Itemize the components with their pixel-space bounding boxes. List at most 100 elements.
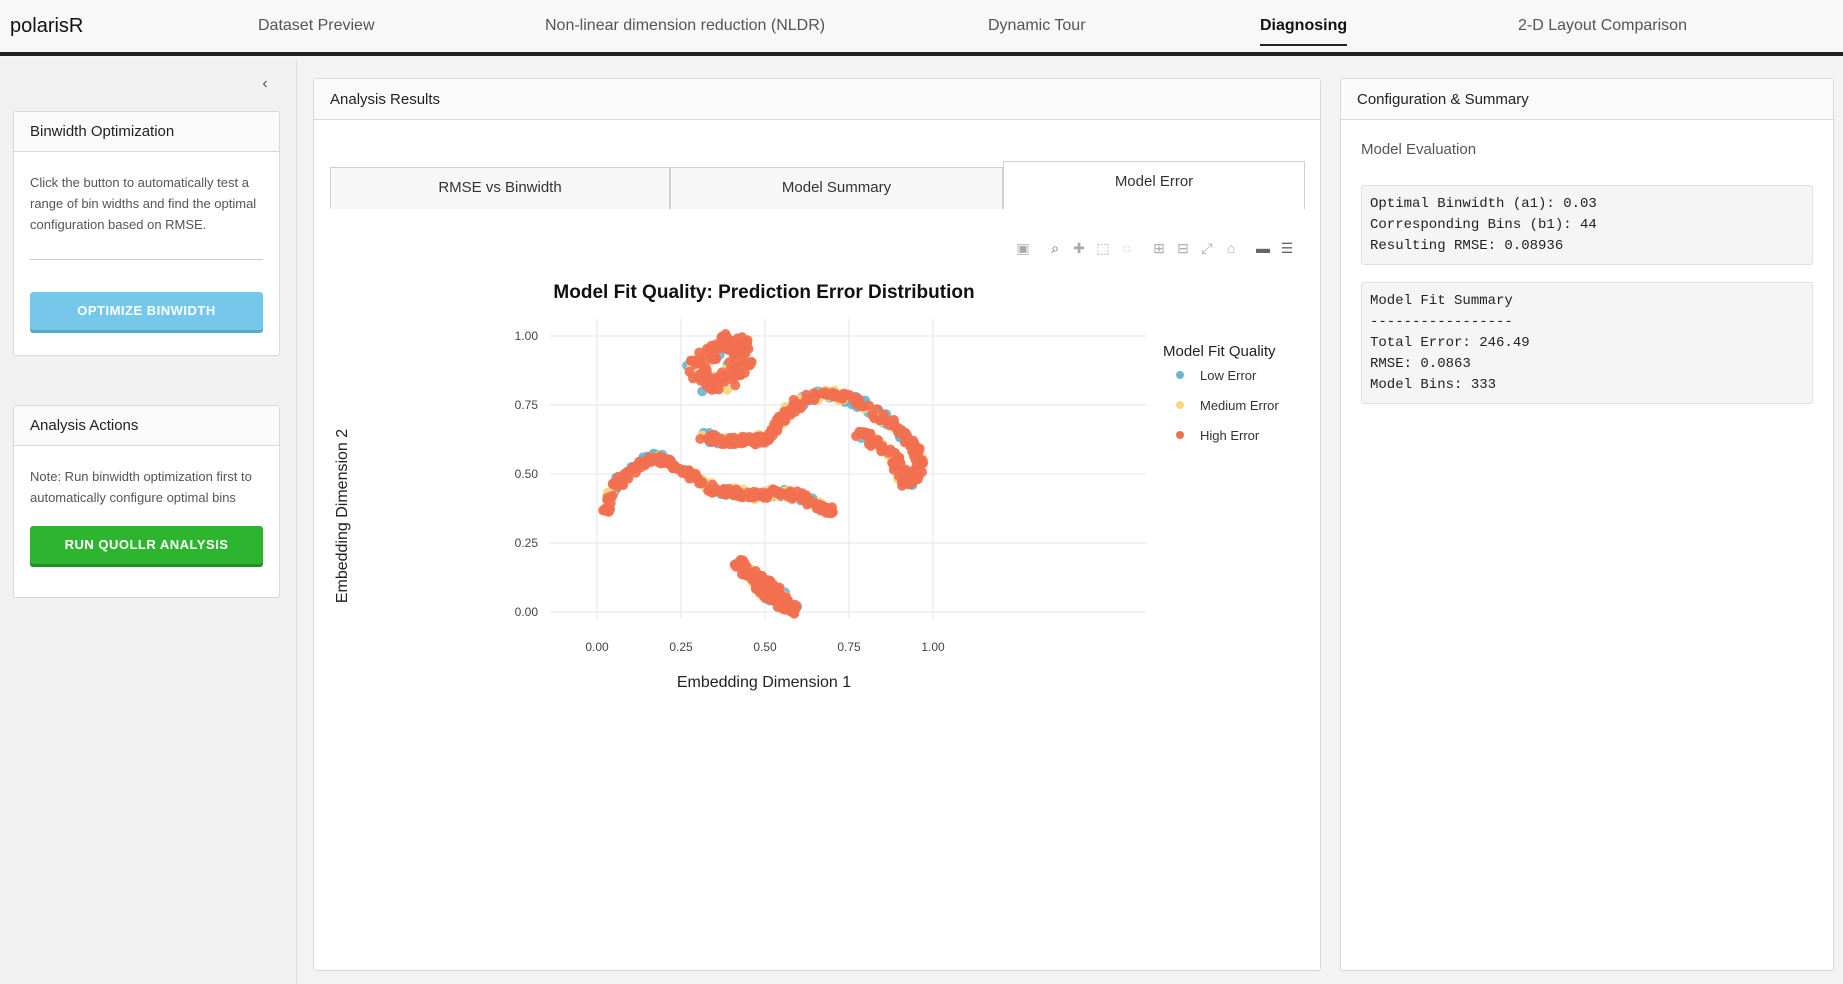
spike-lines-icon[interactable]: ▬ <box>1254 239 1272 257</box>
point-high-error <box>748 492 759 503</box>
y-tick-label: 1.00 <box>515 329 539 343</box>
point-high-error <box>602 504 613 515</box>
point-high-error <box>823 507 834 518</box>
legend-label-low: Low Error <box>1200 368 1257 383</box>
legend-item-low-error[interactable]: Low Error <box>1176 368 1257 383</box>
analysis-note: Note: Run binwidth optimization first to… <box>30 469 252 505</box>
point-high-error <box>852 395 863 406</box>
zoom-out-icon[interactable]: ⊟ <box>1174 239 1192 257</box>
legend-label-medium: Medium Error <box>1200 398 1279 413</box>
tab-model-error[interactable]: Model Error <box>1003 161 1305 209</box>
plot-modebar: ▣ ⌕ ✚ ⬚ ◌ ⊞ ⊟ ⤢ ⌂ ▬ ☰ <box>1014 239 1296 257</box>
legend-marker-high <box>1176 431 1184 439</box>
camera-icon[interactable]: ▣ <box>1014 239 1032 257</box>
x-axis-label: Embedding Dimension 1 <box>677 674 851 691</box>
binwidth-card: Binwidth Optimization Click the button t… <box>13 111 280 356</box>
point-high-error <box>741 569 752 580</box>
x-tick-label: 0.25 <box>669 640 693 654</box>
collapse-sidebar-icon[interactable]: ‹ <box>256 75 274 93</box>
pan-icon[interactable]: ✚ <box>1070 239 1088 257</box>
point-high-error <box>732 487 743 498</box>
binwidth-card-title: Binwidth Optimization <box>14 112 279 152</box>
point-high-error <box>744 360 755 371</box>
zoom-in-icon[interactable]: ⊞ <box>1150 239 1168 257</box>
point-high-error <box>721 331 732 342</box>
plot-area: ▣ ⌕ ✚ ⬚ ◌ ⊞ ⊟ ⤢ ⌂ ▬ ☰ Model Fit Quality:… <box>314 229 1324 749</box>
nav-layout-comparison[interactable]: 2-D Layout Comparison <box>1518 17 1687 35</box>
point-high-error <box>634 456 644 467</box>
point-high-error <box>874 415 885 426</box>
point-high-error <box>775 490 786 501</box>
point-high-error <box>916 458 927 469</box>
point-high-error <box>719 370 730 381</box>
point-high-error <box>699 375 710 386</box>
x-tick-label: 0.75 <box>837 640 861 654</box>
point-high-error <box>767 590 778 601</box>
autoscale-icon[interactable]: ⤢ <box>1198 239 1216 257</box>
tab-rmse-vs-binwidth[interactable]: RMSE vs Binwidth <box>330 167 670 209</box>
nav-nldr[interactable]: Non-linear dimension reduction (NLDR) <box>545 17 825 35</box>
chart-title: Model Fit Quality: Prediction Error Dist… <box>553 282 974 303</box>
point-high-error <box>708 354 719 365</box>
point-high-error <box>834 392 845 403</box>
lasso-icon[interactable]: ◌ <box>1118 239 1136 257</box>
point-high-error <box>735 434 746 445</box>
point-high-error <box>618 470 629 481</box>
point-high-error <box>602 492 613 503</box>
point-high-error <box>904 435 915 446</box>
scatter-chart: Model Fit Quality: Prediction Error Dist… <box>334 282 1279 691</box>
sidebar: ‹ Binwidth Optimization Click the button… <box>0 60 297 984</box>
run-quollr-analysis-button[interactable]: RUN QUOLLR ANALYSIS <box>30 526 263 564</box>
x-tick-label: 0.50 <box>753 640 777 654</box>
point-high-error <box>747 437 758 448</box>
point-high-error <box>876 446 887 457</box>
binwidth-description: Click the button to automatically test a… <box>30 175 257 232</box>
point-high-error <box>786 600 797 611</box>
y-tick-label: 0.25 <box>515 536 539 550</box>
optimize-binwidth-button[interactable]: OPTIMIZE BINWIDTH <box>30 292 263 330</box>
point-high-error <box>694 347 705 358</box>
point-high-error <box>756 437 767 448</box>
point-high-error <box>804 498 815 508</box>
analysis-actions-card: Analysis Actions Note: Run binwidth opti… <box>13 405 280 598</box>
point-high-error <box>740 348 751 359</box>
tab-model-summary[interactable]: Model Summary <box>670 167 1003 209</box>
y-tick-label: 0.75 <box>515 398 539 412</box>
zoom-icon[interactable]: ⌕ <box>1046 239 1064 257</box>
legend-marker-medium <box>1176 401 1184 409</box>
nav-dynamic-tour[interactable]: Dynamic Tour <box>988 17 1086 35</box>
y-tick-label: 0.50 <box>515 467 539 481</box>
nav-dataset-preview[interactable]: Dataset Preview <box>258 17 375 35</box>
x-tick-label: 1.00 <box>921 640 945 654</box>
nav-diagnosing[interactable]: Diagnosing <box>1260 17 1348 46</box>
x-tick-label: 0.00 <box>585 640 609 654</box>
legend-item-high-error[interactable]: High Error <box>1176 428 1260 443</box>
legend-marker-low <box>1176 371 1184 379</box>
results-tabs: RMSE vs Binwidth Model Summary Model Err… <box>330 161 1305 215</box>
top-navbar: polarisR Dataset Preview Non-linear dime… <box>0 0 1843 56</box>
compare-hover-icon[interactable]: ☰ <box>1278 239 1296 257</box>
divider <box>30 259 263 260</box>
point-high-error <box>670 461 681 472</box>
box-select-icon[interactable]: ⬚ <box>1094 239 1112 257</box>
y-axis-label: Embedding Dimension 2 <box>334 429 351 603</box>
configuration-summary-title: Configuration & Summary <box>1341 79 1833 120</box>
legend: Model Fit Quality Low Error Medium Error… <box>1163 343 1279 443</box>
point-high-error <box>719 439 730 449</box>
point-high-error <box>697 477 708 488</box>
y-tick-label: 0.00 <box>515 605 539 619</box>
model-evaluation-label: Model Evaluation <box>1361 141 1477 158</box>
app-brand[interactable]: polarisR <box>10 15 83 38</box>
point-high-error <box>719 489 730 499</box>
analysis-results-panel: Analysis Results RMSE vs Binwidth Model … <box>313 78 1321 971</box>
point-high-error <box>792 401 803 412</box>
legend-item-medium-error[interactable]: Medium Error <box>1176 398 1279 413</box>
point-high-error <box>707 479 718 490</box>
point-high-error <box>887 457 898 468</box>
point-high-error <box>751 583 762 594</box>
home-icon[interactable]: ⌂ <box>1222 239 1240 257</box>
analysis-results-title: Analysis Results <box>314 79 1320 120</box>
point-high-error <box>695 433 706 444</box>
point-high-error <box>785 486 796 497</box>
analysis-actions-title: Analysis Actions <box>14 406 279 446</box>
